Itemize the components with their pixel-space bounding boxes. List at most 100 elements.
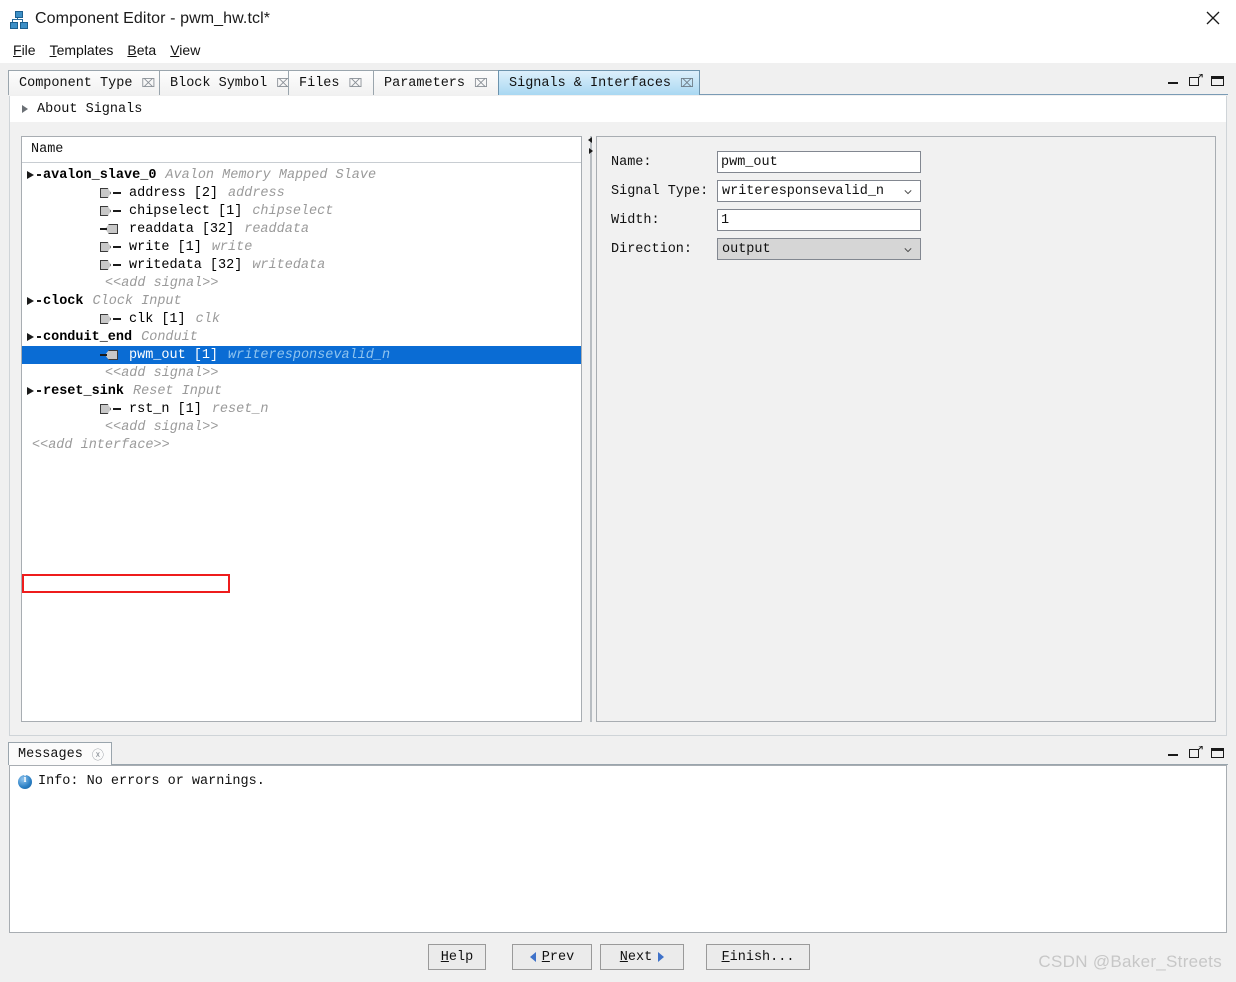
signal-width: [1]: [177, 401, 202, 417]
info-icon: [18, 774, 32, 789]
float-restore-icon[interactable]: [1189, 746, 1203, 759]
panel-controls-messages: [1167, 746, 1224, 759]
signal-type-value: writeresponsevalid_n: [722, 183, 885, 199]
tab-parameters[interactable]: Parameters ⌧: [373, 70, 499, 95]
add-signal-row[interactable]: <<add signal>>: [22, 274, 581, 292]
tree-signal-row[interactable]: readdata [32] readdata: [22, 220, 581, 238]
direction-label: Direction:: [611, 241, 693, 257]
field-row-direction: Direction: output: [611, 238, 921, 260]
signal-type-select[interactable]: writeresponsevalid_n: [717, 180, 921, 202]
add-signal-row[interactable]: <<add signal>>: [22, 418, 581, 436]
tree-interface-row[interactable]: reset_sink Reset Input: [22, 382, 581, 400]
add-signal-label: <<add signal>>: [105, 419, 219, 435]
tab-block-symbol[interactable]: Block Symbol ⌧: [159, 70, 290, 95]
tab-close-icon[interactable]: ⌧: [474, 77, 488, 89]
name-input[interactable]: [717, 151, 921, 173]
interface-tree-panel: Name avalon_slave_0 Avalon Memory Mapped …: [21, 136, 582, 722]
menu-label-templates: emplates: [56, 42, 114, 58]
maximize-icon[interactable]: [1211, 74, 1224, 87]
chevron-right-icon[interactable]: [22, 105, 28, 113]
help-button-label: elp: [448, 949, 474, 965]
tree-rows: avalon_slave_0 Avalon Memory Mapped Slave…: [22, 163, 581, 454]
tab-close-icon[interactable]: ⌧: [349, 77, 363, 89]
watermark: CSDN @Baker_Streets: [1038, 952, 1222, 971]
signal-name: rst_n: [129, 401, 170, 417]
help-button[interactable]: Help: [428, 944, 486, 970]
prev-button[interactable]: Prev: [512, 944, 592, 970]
menu-label-beta: eta: [136, 42, 157, 58]
output-port-icon: [100, 223, 122, 235]
tree-signal-row[interactable]: pwm_out [1] writeresponsevalid_n: [22, 346, 581, 364]
tab-files[interactable]: Files ⌧: [288, 70, 374, 95]
hierarchy-icon: [10, 10, 28, 29]
splitter-collapse-right-icon[interactable]: [589, 148, 593, 154]
tab-close-icon[interactable]: ⌧: [680, 77, 694, 89]
direction-value: output: [722, 241, 771, 257]
direction-select[interactable]: output: [717, 238, 921, 260]
tab-close-icon[interactable]: ⓧ: [92, 746, 104, 763]
signal-name: clk: [129, 311, 154, 327]
expander-triangle-icon[interactable]: [27, 387, 34, 395]
finish-button[interactable]: Finish...: [706, 944, 810, 970]
input-port-icon: [100, 187, 122, 199]
minimize-icon[interactable]: [1167, 746, 1180, 759]
close-icon[interactable]: [1190, 0, 1236, 36]
tree-signal-row[interactable]: write [1] write: [22, 238, 581, 256]
interface-name: conduit_end: [43, 329, 133, 345]
menu-item-templates[interactable]: Templates: [43, 40, 121, 60]
main-tabstrip: Component Type ⌧ Block Symbol ⌧ Files ⌧ Parame…: [8, 70, 1228, 95]
expander-stem-icon: [37, 390, 41, 392]
float-restore-icon[interactable]: [1189, 74, 1203, 87]
minimize-icon[interactable]: [1167, 74, 1180, 87]
signal-width: [1]: [177, 239, 202, 255]
tab-label: Block Symbol: [170, 75, 268, 91]
tab-component-type[interactable]: Component Type ⌧: [8, 70, 160, 95]
tab-signals-interfaces[interactable]: Signals & Interfaces ⌧: [498, 70, 700, 95]
tree-signal-row[interactable]: address [2] address: [22, 184, 581, 202]
signal-name: chipselect: [129, 203, 211, 219]
panel-splitter[interactable]: [586, 136, 595, 722]
expander-triangle-icon[interactable]: [27, 297, 34, 305]
tree-signal-row[interactable]: chipselect [1] chipselect: [22, 202, 581, 220]
add-interface-row[interactable]: <<add interface>>: [22, 436, 581, 454]
prev-button-label: rev: [549, 949, 575, 965]
tree-signal-row[interactable]: writedata [32] writedata: [22, 256, 581, 274]
signal-type: clk: [195, 311, 220, 327]
tab-close-icon[interactable]: ⌧: [141, 77, 155, 89]
signal-name: address: [129, 185, 186, 201]
splitter-collapse-left-icon[interactable]: [588, 137, 592, 143]
add-signal-label: <<add signal>>: [105, 365, 219, 381]
signal-type: writedata: [252, 257, 326, 273]
add-signal-row[interactable]: <<add signal>>: [22, 364, 581, 382]
input-port-icon: [100, 403, 122, 415]
tab-messages-label: Messages: [18, 746, 83, 762]
menu-item-beta[interactable]: Beta: [120, 40, 163, 60]
menu-item-view[interactable]: View: [163, 40, 207, 60]
tree-interface-row[interactable]: avalon_slave_0 Avalon Memory Mapped Slave: [22, 166, 581, 184]
about-signals-expander[interactable]: About Signals: [9, 96, 1227, 122]
signal-width: [2]: [193, 185, 219, 201]
signal-width: [1]: [161, 311, 186, 327]
next-button[interactable]: Next: [600, 944, 684, 970]
messages-body: Info: No errors or warnings.: [9, 765, 1227, 933]
tree-interface-row[interactable]: conduit_end Conduit: [22, 328, 581, 346]
expander-triangle-icon[interactable]: [27, 171, 34, 179]
tab-messages[interactable]: Messages ⓧ: [8, 742, 112, 765]
expander-triangle-icon[interactable]: [27, 333, 34, 341]
input-port-icon: [100, 205, 122, 217]
menu-label-view: iew: [179, 42, 201, 58]
tree-signal-row[interactable]: rst_n [1] reset_n: [22, 400, 581, 418]
next-button-label: ext: [627, 949, 653, 965]
signal-name: writedata: [129, 257, 202, 273]
panel-controls-main: [1167, 74, 1224, 87]
width-label: Width:: [611, 212, 660, 228]
tree-interface-row[interactable]: clock Clock Input: [22, 292, 581, 310]
menu-item-file[interactable]: File: [6, 40, 43, 60]
name-label: Name:: [611, 154, 652, 170]
tree-signal-row[interactable]: clk [1] clk: [22, 310, 581, 328]
maximize-icon[interactable]: [1211, 746, 1224, 759]
width-input[interactable]: [717, 209, 921, 231]
signal-type: reset_n: [211, 401, 269, 417]
signal-width: [32]: [201, 221, 235, 237]
field-row-width: Width:: [611, 209, 921, 231]
